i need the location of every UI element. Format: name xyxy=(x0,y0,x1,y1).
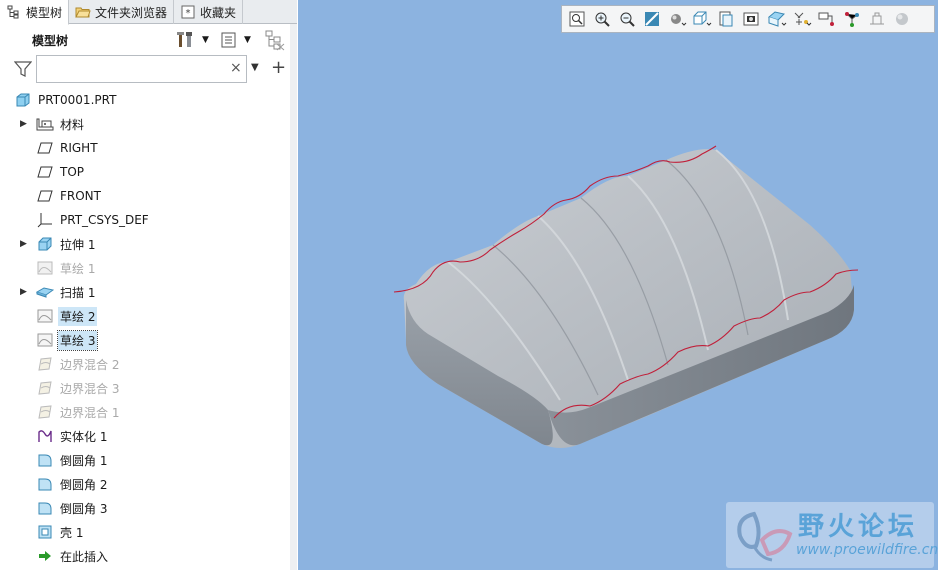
tree-filters-button[interactable] xyxy=(264,30,286,51)
tab-label: 模型树 xyxy=(26,5,63,20)
tree-item-label: 倒圆角 1 xyxy=(60,453,108,468)
tree-item-material[interactable]: ▶ 材料 xyxy=(20,113,86,135)
tree-item-extrude[interactable]: ▶ 拉伸 1 xyxy=(20,233,97,255)
show-options-button[interactable]: ▼ xyxy=(220,30,251,50)
boundary-blend-icon xyxy=(36,355,54,373)
tab-folder-browser[interactable]: 文件夹浏览器 xyxy=(69,0,175,24)
settings-tools-button[interactable]: ▼ xyxy=(176,30,209,50)
tree-root-label: PRT0001.PRT xyxy=(38,93,117,107)
part-model[interactable] xyxy=(298,0,938,570)
folder-icon xyxy=(75,4,91,20)
tree-header: 模型树 ▼ ▼ xyxy=(0,26,290,52)
watermark-url: www.proewildfire.cn xyxy=(796,542,938,558)
tree-item-label: 实体化 1 xyxy=(60,429,108,444)
tree-item-label: 草绘 3 xyxy=(56,329,99,351)
tree-item-label: TOP xyxy=(60,165,85,179)
expand-arrow-icon[interactable]: ▶ xyxy=(20,239,30,249)
tree-item-label: 边界混合 2 xyxy=(60,357,120,372)
tree-item-top-plane[interactable]: TOP xyxy=(36,161,86,183)
boundary-blend-icon xyxy=(36,403,54,421)
tree-item-sweep[interactable]: ▶ 扫描 1 xyxy=(20,281,97,303)
shell-icon xyxy=(36,523,54,541)
tree-item-sketch-3[interactable]: 草绘 3 xyxy=(36,329,99,351)
panel-scrollbar[interactable] xyxy=(290,24,297,570)
tab-favorites[interactable]: * 收藏夹 xyxy=(174,0,244,24)
tree-search-input[interactable] xyxy=(36,55,247,83)
add-filter-button[interactable]: + xyxy=(271,57,286,78)
tree-search-row: × ▼ + xyxy=(0,54,290,84)
tree-item-label: 草绘 2 xyxy=(58,306,98,326)
tree-item-label: 边界混合 3 xyxy=(60,381,120,396)
tree-item-boundary-blend-2[interactable]: 边界混合 2 xyxy=(36,353,121,375)
sketch-icon xyxy=(36,307,54,325)
tree-item-label: 拉伸 1 xyxy=(60,237,96,252)
material-icon xyxy=(36,115,54,133)
tree-item-insert-here[interactable]: 在此插入 xyxy=(36,545,110,567)
chevron-down-icon: ▼ xyxy=(244,35,251,45)
svg-text:*: * xyxy=(186,8,191,19)
expand-arrow-icon[interactable]: ▶ xyxy=(20,287,30,297)
tree-filter-icon xyxy=(265,30,285,51)
round-icon xyxy=(36,451,54,469)
tree-item-round-2[interactable]: 倒圆角 2 xyxy=(36,473,109,495)
round-icon xyxy=(36,499,54,517)
clear-search-icon[interactable]: × xyxy=(230,60,242,76)
model-tree-icon xyxy=(6,4,22,20)
chevron-down-icon: ▼ xyxy=(202,35,209,45)
datum-plane-icon xyxy=(36,163,54,181)
round-icon xyxy=(36,475,54,493)
tree-title: 模型树 xyxy=(32,34,69,48)
tree-item-shell[interactable]: 壳 1 xyxy=(36,521,85,543)
model-tree-panel: 模型树 文件夹浏览器 * 收藏夹 模型树 ▼ ▼ × ▼ + PRT0001.P… xyxy=(0,0,297,570)
part-icon xyxy=(14,91,32,109)
tree-item-label: 倒圆角 2 xyxy=(60,477,108,492)
coordinate-system-icon xyxy=(36,211,54,229)
tree-item-label: PRT_CSYS_DEF xyxy=(60,213,149,227)
tree-item-label: 倒圆角 3 xyxy=(60,501,108,516)
panel-tabs: 模型树 文件夹浏览器 * 收藏夹 xyxy=(0,0,297,25)
solidify-icon xyxy=(36,427,54,445)
tree-item-label: 边界混合 1 xyxy=(60,405,120,420)
tree-item-sketch-2[interactable]: 草绘 2 xyxy=(36,305,98,327)
tree-item-label: 在此插入 xyxy=(60,549,109,564)
tree-item-right-plane[interactable]: RIGHT xyxy=(36,137,100,159)
tree-item-label: FRONT xyxy=(60,189,101,203)
datum-plane-icon xyxy=(36,187,54,205)
extrude-icon xyxy=(36,235,54,253)
tree-item-boundary-blend-1[interactable]: 边界混合 1 xyxy=(36,401,121,423)
tree-item-solidify[interactable]: 实体化 1 xyxy=(36,425,109,447)
funnel-icon[interactable] xyxy=(14,60,32,78)
tree-item-front-plane[interactable]: FRONT xyxy=(36,185,103,207)
forum-logo-icon xyxy=(737,511,793,562)
insert-arrow-icon xyxy=(36,547,54,565)
tree-item-label: RIGHT xyxy=(60,141,98,155)
favorites-icon: * xyxy=(180,4,196,20)
tab-label: 文件夹浏览器 xyxy=(95,5,168,20)
boundary-blend-icon xyxy=(36,379,54,397)
sketch-icon xyxy=(36,331,54,349)
expand-arrow-icon[interactable]: ▶ xyxy=(20,119,30,129)
list-icon xyxy=(221,32,236,48)
tab-label: 收藏夹 xyxy=(200,5,237,20)
tree-item-label: 草绘 1 xyxy=(60,261,96,276)
forum-watermark: 野火论坛 www.proewildfire.cn xyxy=(726,502,938,568)
tree-item-round-3[interactable]: 倒圆角 3 xyxy=(36,497,109,519)
tree-item-sketch-1[interactable]: 草绘 1 xyxy=(36,257,97,279)
tree-item-boundary-blend-3[interactable]: 边界混合 3 xyxy=(36,377,121,399)
tree-root-node[interactable]: PRT0001.PRT xyxy=(14,89,118,111)
sweep-icon xyxy=(36,283,54,301)
tools-icon xyxy=(177,32,192,47)
chevron-down-icon[interactable]: ▼ xyxy=(251,62,259,73)
tree-item-label: 壳 1 xyxy=(60,525,84,540)
tree-item-round-1[interactable]: 倒圆角 1 xyxy=(36,449,109,471)
tree-item-label: 扫描 1 xyxy=(60,285,96,300)
sketch-icon xyxy=(36,259,54,277)
datum-plane-icon xyxy=(36,139,54,157)
tab-model-tree[interactable]: 模型树 xyxy=(0,0,70,25)
tree-item-csys[interactable]: PRT_CSYS_DEF xyxy=(36,209,151,231)
watermark-title: 野火论坛 xyxy=(798,512,919,542)
tree-item-label: 材料 xyxy=(60,117,85,132)
graphics-viewport[interactable]: 野火论坛 www.proewildfire.cn xyxy=(298,0,938,570)
